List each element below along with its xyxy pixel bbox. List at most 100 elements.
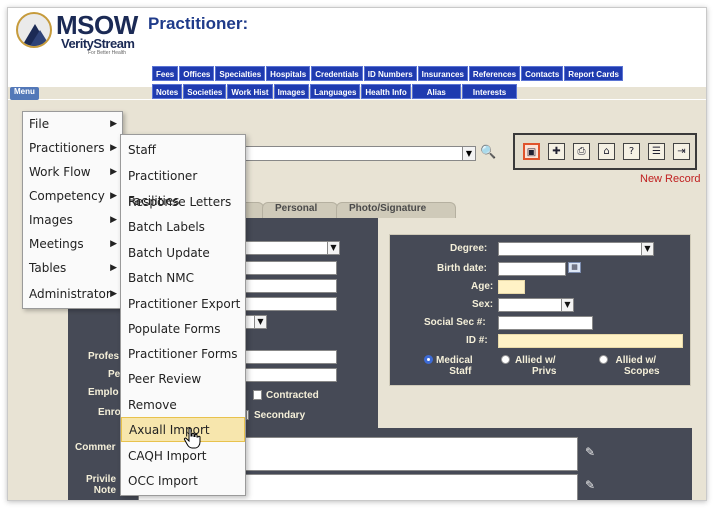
id-field — [498, 334, 683, 348]
privileges-label: Privile Note — [86, 474, 117, 496]
practitioner-search-select[interactable]: ▼ — [244, 146, 476, 161]
radio-allied-privs[interactable] — [501, 355, 510, 364]
submenu-remove-practitioner[interactable]: Remove Practitioner — [121, 393, 245, 437]
chevron-down-icon[interactable]: ▼ — [561, 299, 573, 311]
tab-personal[interactable]: Personal — [262, 202, 338, 218]
degree-select[interactable]: ▼ — [498, 242, 654, 256]
menu-item-practitioners[interactable]: Practitioners ▶ — [23, 136, 122, 160]
exit-icon[interactable]: ⇥ — [673, 143, 690, 160]
submenu-response-letters[interactable]: Response Letters — [121, 190, 245, 215]
secondary-label: Secondary — [254, 410, 306, 421]
zoom-search-icon[interactable]: 🔍 — [480, 145, 496, 161]
nav-credentials[interactable]: Credentials — [311, 66, 363, 81]
chevron-right-icon: ▶ — [110, 191, 117, 201]
sex-select[interactable]: ▼ — [498, 298, 574, 312]
nav-interests[interactable]: Interests — [461, 84, 518, 99]
nav-fees[interactable]: Fees — [152, 66, 179, 81]
enrollment-label: Enro — [98, 407, 121, 418]
submenu-peer-review[interactable]: Peer Review — [121, 367, 245, 392]
submenu-staff[interactable]: Staff — [121, 138, 245, 163]
submenu-practitioner-forms[interactable]: Practitioner Forms — [121, 342, 245, 367]
employment-label: Emplo — [88, 387, 119, 398]
nav-specialties[interactable]: Specialties — [215, 66, 266, 81]
nav-health-info[interactable]: Health Info — [361, 84, 411, 99]
birth-date-field[interactable] — [498, 262, 566, 276]
nav-row-1: Fees Offices Specialties Hospitals Crede… — [152, 66, 623, 81]
menu-item-administrator[interactable]: Administrator ▶ — [23, 282, 122, 306]
calendar-icon[interactable]: ▦ — [568, 262, 581, 273]
chevron-right-icon: ▶ — [110, 119, 117, 129]
nav-work-hist[interactable]: Work Hist — [227, 84, 273, 99]
nav-alias[interactable]: Alias — [411, 84, 461, 99]
comments-label: Commer — [75, 442, 116, 453]
pe-field[interactable] — [244, 368, 337, 382]
submenu-batch-nmc[interactable]: Batch NMC — [121, 266, 245, 291]
new-record-label: New Record — [640, 173, 701, 185]
secondary-checkbox[interactable] — [246, 410, 249, 420]
nav-report-cards[interactable]: Report Cards — [564, 66, 623, 81]
msow-logo: MSOW VerityStream For Better Health — [16, 10, 141, 56]
left-field-2[interactable] — [244, 261, 337, 275]
left-select-5[interactable]: ▼ — [244, 315, 267, 329]
list-icon[interactable]: ☰ — [648, 143, 665, 160]
nav-images[interactable]: Images — [273, 84, 310, 99]
submenu-occ-import[interactable]: OCC Import — [121, 469, 245, 494]
tab-photo-signature[interactable]: Photo/Signature — [336, 202, 456, 218]
chevron-down-icon[interactable]: ▼ — [327, 242, 339, 254]
nav-hospitals[interactable]: Hospitals — [266, 66, 311, 81]
pe-label: Pe — [108, 369, 121, 380]
menu-item-work-flow[interactable]: Work Flow ▶ — [23, 160, 122, 184]
nav-offices[interactable]: Offices — [179, 66, 215, 81]
menu-item-images[interactable]: Images ▶ — [23, 208, 122, 232]
page-title: Practitioner: — [148, 14, 249, 33]
menu-item-competency[interactable]: Competency ▶ — [23, 184, 122, 208]
contracted-checkbox[interactable] — [253, 390, 262, 400]
submenu-practitioner-export[interactable]: Practitioner Export — [121, 292, 245, 317]
left-select-1[interactable]: ▼ — [244, 241, 340, 255]
submenu-populate-forms[interactable]: Populate Forms — [121, 317, 245, 342]
age-field — [498, 280, 525, 294]
mountain-logo-icon — [16, 12, 52, 48]
lock-icon[interactable]: ⌂ — [598, 143, 615, 160]
nav-societies[interactable]: Societies — [183, 84, 227, 99]
menu-item-meetings[interactable]: Meetings ▶ — [23, 232, 122, 256]
ssn-field[interactable] — [498, 316, 593, 330]
edit-note-icon[interactable]: ✎ — [585, 445, 595, 459]
left-field-4[interactable] — [244, 297, 337, 311]
radio-medical-staff[interactable] — [424, 355, 433, 364]
menu-item-file[interactable]: File ▶ — [23, 112, 122, 136]
chevron-down-icon[interactable]: ▼ — [641, 243, 653, 255]
logo-subtitle: VerityStream — [61, 36, 135, 51]
professional-field[interactable] — [244, 350, 337, 364]
radio-allied-privs-label: Allied w/Privs — [514, 355, 557, 377]
nav-languages[interactable]: Languages — [310, 84, 361, 99]
chevron-right-icon: ▶ — [110, 143, 117, 153]
nav-insurances[interactable]: Insurances — [417, 66, 468, 81]
record-toolbar: ▣ ✚ ⎙ ⌂ ? ☰ ⇥ — [513, 133, 697, 170]
submenu-practitioner-facilities[interactable]: Practitioner Facilities — [121, 164, 245, 208]
add-icon[interactable]: ✚ — [548, 143, 565, 160]
sex-label: Sex: — [472, 299, 494, 310]
chevron-down-icon[interactable]: ▼ — [462, 147, 475, 160]
nav-row-2: Notes Societies Work Hist Images Languag… — [152, 84, 518, 99]
age-label: Age: — [471, 281, 494, 292]
comments-textarea[interactable] — [238, 437, 578, 471]
submenu-batch-update[interactable]: Batch Update — [121, 241, 245, 266]
menu-item-tables[interactable]: Tables ▶ — [23, 256, 122, 280]
help-icon[interactable]: ? — [623, 143, 640, 160]
radio-medical-staff-label: Medical Staff — [436, 355, 473, 377]
chevron-right-icon: ▶ — [110, 239, 117, 249]
nav-notes[interactable]: Notes — [152, 84, 183, 99]
chevron-down-icon[interactable]: ▼ — [254, 316, 266, 328]
menu-button[interactable]: Menu — [10, 87, 39, 100]
edit-note-icon[interactable]: ✎ — [585, 478, 595, 492]
nav-id-numbers[interactable]: ID Numbers — [363, 66, 417, 81]
submenu-batch-labels[interactable]: Batch Labels — [121, 215, 245, 240]
nav-references[interactable]: References — [468, 66, 521, 81]
nav-contacts[interactable]: Contacts — [521, 66, 564, 81]
save-icon[interactable]: ▣ — [523, 143, 540, 160]
print-icon[interactable]: ⎙ — [573, 143, 590, 160]
left-field-3[interactable] — [244, 279, 337, 293]
professional-label: Profes — [88, 351, 120, 362]
radio-allied-scopes[interactable] — [599, 355, 608, 364]
